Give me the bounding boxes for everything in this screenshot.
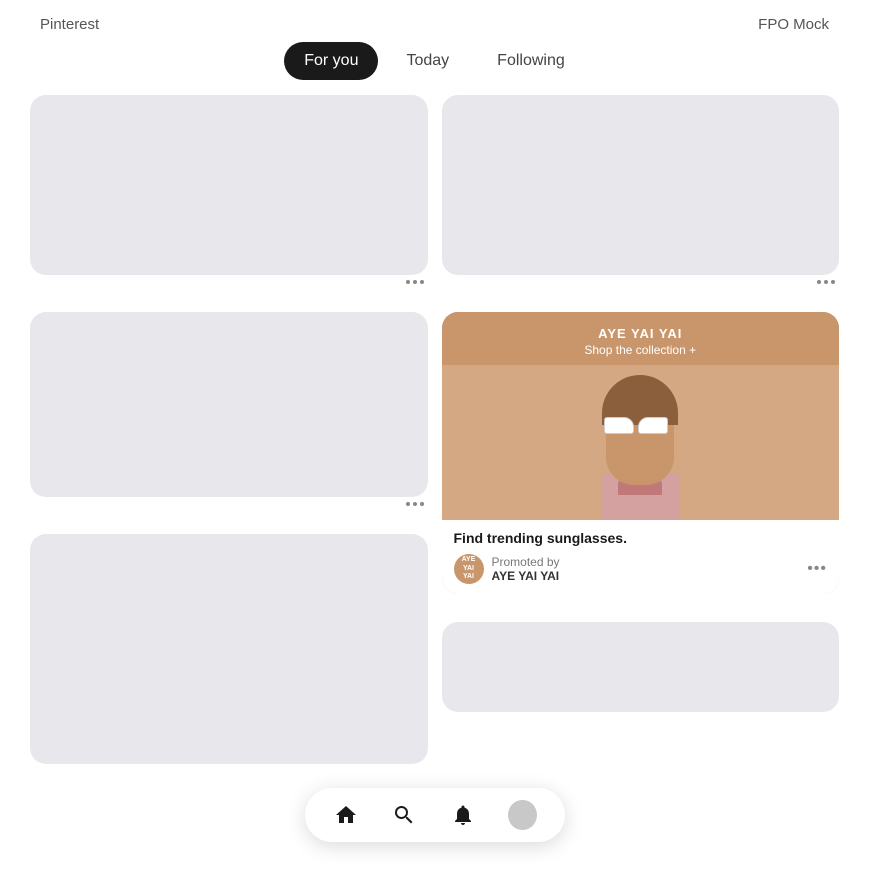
logo: Pinterest — [40, 16, 99, 33]
ad-header: AYE YAI YAI Shop the collection + — [442, 312, 840, 365]
pin-card-2[interactable] — [442, 95, 840, 284]
home-button[interactable] — [333, 801, 360, 829]
notifications-button[interactable] — [450, 801, 477, 829]
pin-image-3 — [30, 312, 428, 497]
left-column — [30, 95, 428, 764]
ad-person — [442, 365, 840, 520]
ad-footer: Find trending sunglasses. AYEYAIYAI Prom… — [442, 520, 840, 594]
right-column: AYE YAI YAI Shop the collection + — [442, 95, 840, 764]
tab-today[interactable]: Today — [386, 42, 469, 80]
bell-icon — [451, 803, 475, 827]
ad-image — [442, 365, 840, 520]
pin-more-2[interactable] — [442, 275, 840, 284]
pin-image-1 — [30, 95, 428, 275]
tab-bar: For you Today Following — [0, 42, 869, 80]
feed-container: AYE YAI YAI Shop the collection + — [30, 95, 839, 764]
ad-more-button[interactable]: ••• — [807, 560, 827, 578]
bottom-nav — [305, 788, 565, 842]
pin-card-1[interactable] — [30, 95, 428, 284]
pin-card-3[interactable] — [30, 312, 428, 506]
ad-promoted-label: Promoted by — [492, 555, 560, 569]
pin-image-6 — [442, 622, 840, 712]
ad-card[interactable]: AYE YAI YAI Shop the collection + — [442, 312, 840, 594]
ad-promoted-row: AYEYAIYAI Promoted by AYE YAI YAI ••• — [454, 554, 828, 584]
sunglasses-top — [604, 417, 668, 434]
pin-card-6[interactable] — [442, 622, 840, 712]
ad-brand-name: AYE YAI YAI — [492, 569, 560, 583]
pin-more-1[interactable] — [30, 275, 428, 284]
tab-for-you[interactable]: For you — [284, 42, 378, 80]
ad-promoted-info: Promoted by AYE YAI YAI — [492, 555, 560, 583]
profile-button[interactable] — [508, 800, 536, 830]
home-icon — [334, 803, 358, 827]
pin-more-3[interactable] — [30, 497, 428, 506]
ad-find-text: Find trending sunglasses. — [454, 530, 828, 546]
ad-shop-text: Shop the collection + — [454, 343, 828, 357]
ad-brand-title: AYE YAI YAI — [454, 326, 828, 341]
pin-image-5 — [30, 534, 428, 764]
pin-card-5[interactable] — [30, 534, 428, 764]
fpo-label: FPO Mock — [758, 16, 829, 33]
ad-avatar: AYEYAIYAI — [454, 554, 484, 584]
pin-image-2 — [442, 95, 840, 275]
search-icon — [392, 803, 416, 827]
tab-following[interactable]: Following — [477, 42, 585, 80]
search-button[interactable] — [391, 801, 418, 829]
